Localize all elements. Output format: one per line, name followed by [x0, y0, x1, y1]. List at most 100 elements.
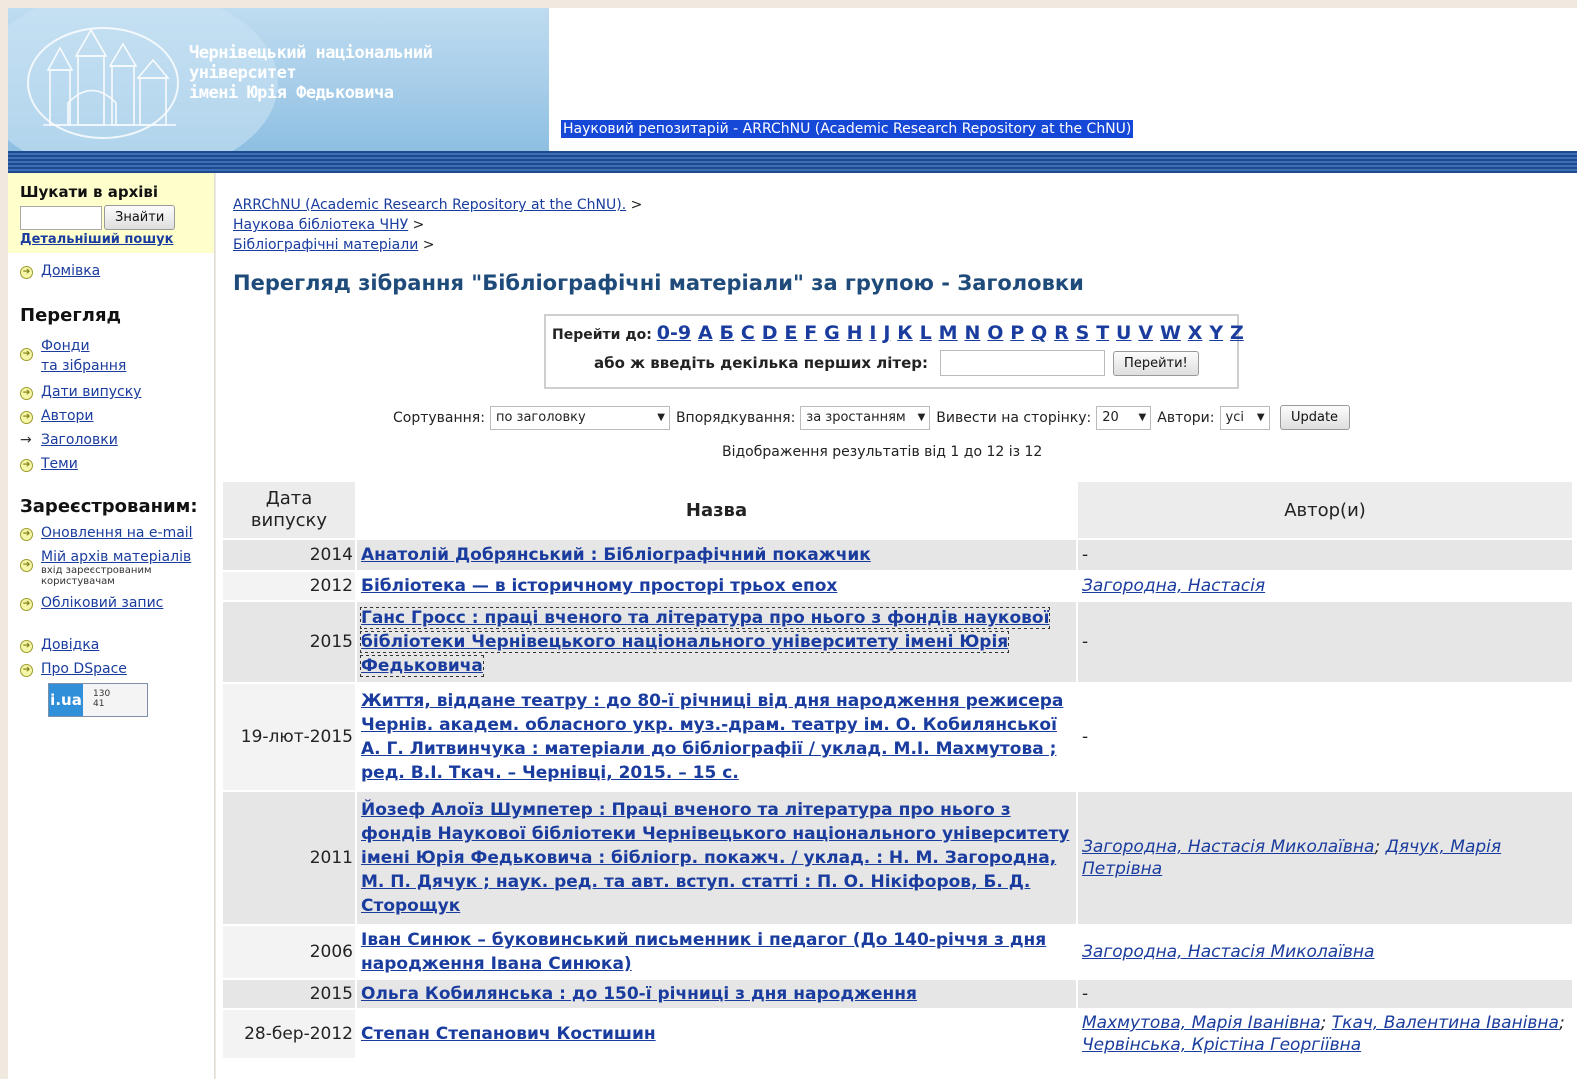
column-header-title[interactable]: Назва [355, 480, 1078, 540]
sort-by-select[interactable]: по заголовку ▼ [489, 405, 670, 430]
author-link[interactable]: Червінська, Крістіна Георгіївна [1082, 1035, 1361, 1055]
row-title-link[interactable]: Анатолій Добрянський : Бібліографічний п… [361, 545, 871, 565]
row-title-link[interactable]: Ганс Гросс : праці вченого та література… [359, 607, 1051, 677]
arrow-circle-icon: ➔ [20, 664, 33, 677]
row-title-link[interactable]: Бібліотека — в історичному просторі трьо… [361, 576, 837, 596]
table-header-row: Дата випуску Назва Автор(и) [221, 480, 1574, 540]
jump-letter-link[interactable]: М [939, 322, 958, 344]
author-link[interactable]: Загородна, Настасія Миколаївна [1082, 942, 1374, 962]
jump-letter-link[interactable]: А [698, 322, 713, 344]
help-link[interactable]: Довідка [41, 637, 99, 653]
search-input[interactable] [20, 205, 102, 230]
sidebar-item-communities[interactable]: ➔ Фонди та зібрання [20, 336, 214, 376]
jump-letter-link[interactable]: С [741, 322, 755, 344]
sidebar-item-email-updates[interactable]: ➔ Оновлення на e-mail [20, 525, 214, 541]
jump-letter-link[interactable]: J [883, 322, 890, 344]
jump-letter-link[interactable]: L [920, 322, 932, 344]
authors-link[interactable]: Автори [41, 408, 94, 424]
breadcrumb-link-repository[interactable]: ARRChNU (Academic Research Repository at… [233, 197, 626, 213]
row-title-cell: Ганс Гросс : праці вченого та література… [355, 600, 1078, 684]
author-link[interactable]: Загородна, Настасія [1082, 576, 1265, 596]
sort-by-value: по заголовку [495, 410, 586, 425]
row-authors-cell: Загородна, Настасія Миколаївна [1076, 924, 1574, 980]
jump-letter-link[interactable]: Y [1209, 322, 1223, 344]
jump-letter-link[interactable]: R [1054, 322, 1069, 344]
row-title-link[interactable]: Ольга Кобилянська : до 150-ї річниці з д… [361, 984, 917, 1004]
search-button[interactable]: Знайти [104, 205, 175, 230]
author-link[interactable]: Махмутова, Марія Іванівна [1082, 1013, 1321, 1033]
jump-letter-link[interactable]: S [1076, 322, 1090, 344]
university-logo-banner[interactable]: Чернівецький національний університет ім… [8, 8, 549, 151]
email-updates-link[interactable]: Оновлення на e-mail [41, 525, 193, 541]
site-header: Чернівецький національний університет ім… [8, 8, 1577, 151]
jump-letter-link[interactable]: Z [1230, 322, 1244, 344]
jump-letter-link[interactable]: Е [784, 322, 797, 344]
jump-letter-link[interactable]: К [897, 322, 913, 344]
table-row: 2006 Іван Синюк – буковинський письменник… [221, 924, 1574, 980]
titles-link[interactable]: Заголовки [41, 432, 118, 448]
counter-numbers: 130 41 [83, 684, 110, 716]
search-heading: Шукати в архіві [20, 183, 159, 201]
row-title-link[interactable]: Йозеф Алоїз Шумпетер : Праці вченого та … [361, 800, 1069, 916]
authors-filter-select[interactable]: усі ▼ [1219, 405, 1270, 430]
my-archive-note-line2: користувачам [41, 576, 115, 587]
sidebar-item-account[interactable]: ➔ Обліковий запис [20, 595, 214, 611]
jump-letter-link[interactable]: U [1116, 322, 1131, 344]
iua-counter-badge[interactable]: i.ua 130 41 [48, 683, 148, 717]
order-select[interactable]: за зростанням ▼ [800, 405, 931, 430]
update-button[interactable]: Update [1279, 405, 1350, 430]
my-archive-link[interactable]: Мій архів матеріалів [41, 549, 191, 565]
dates-link[interactable]: Дати випуску [41, 384, 141, 400]
browse-heading: Перегляд [20, 305, 122, 326]
sidebar-item-my-archive[interactable]: ➔ Мій архів матеріалів вхід зареєстрован… [20, 549, 214, 587]
about-dspace-link[interactable]: Про DSpace [41, 661, 127, 677]
jump-letter-link[interactable]: I [869, 322, 876, 344]
jump-letter-link[interactable]: Р [1010, 322, 1024, 344]
sidebar-item-dates[interactable]: ➔ Дати випуску [20, 384, 214, 400]
jump-letter-link[interactable]: F [804, 322, 817, 344]
chevron-down-icon: ▼ [1256, 412, 1265, 423]
row-title-cell: Йозеф Алоїз Шумпетер : Праці вченого та … [355, 790, 1078, 926]
jump-letter-link[interactable]: V [1138, 322, 1153, 344]
sidebar-item-titles[interactable]: → Заголовки [20, 432, 214, 448]
communities-link[interactable]: Фонди та зібрання [41, 336, 126, 376]
jump-letter-link[interactable]: N [964, 322, 980, 344]
date-header-line1: Дата [265, 488, 313, 509]
subjects-link[interactable]: Теми [41, 456, 78, 472]
column-header-authors[interactable]: Автор(и) [1076, 480, 1574, 540]
jump-letter-link[interactable]: X [1188, 322, 1203, 344]
jump-letter-link[interactable]: Н [847, 322, 863, 344]
sidebar-item-authors[interactable]: ➔ Автори [20, 408, 214, 424]
row-title-link[interactable]: Іван Синюк – буковинський письменник і п… [361, 930, 1046, 974]
author-link[interactable]: Загородна, Настасія Миколаївна [1082, 837, 1374, 857]
row-title-link[interactable]: Степан Степанович Костишин [361, 1024, 656, 1044]
jump-letter-link[interactable]: О [987, 322, 1003, 344]
column-header-date[interactable]: Дата випуску [221, 480, 357, 540]
starts-with-input[interactable] [940, 350, 1106, 376]
jump-go-button[interactable]: Перейти! [1113, 350, 1199, 376]
sidebar-item-home[interactable]: ➔ Домівка [20, 263, 214, 279]
per-page-select[interactable]: 20 ▼ [1096, 405, 1152, 430]
sidebar-item-subjects[interactable]: ➔ Теми [20, 456, 214, 472]
row-title-link[interactable]: Життя, віддане театру : до 80-ї річниці … [361, 691, 1063, 783]
breadcrumb-link-collection[interactable]: Бібліографічні матеріали [233, 237, 418, 253]
row-authors-cell: - [1076, 978, 1574, 1010]
jump-letter-link[interactable]: D [762, 322, 778, 344]
jump-letter-link[interactable]: W [1160, 322, 1181, 344]
jump-letter-link[interactable]: Б [720, 322, 734, 344]
row-title-cell: Степан Степанович Костишин [355, 1008, 1078, 1060]
author-link[interactable]: Ткач, Валентина Іванівна [1332, 1013, 1559, 1033]
sidebar-item-help[interactable]: ➔ Довідка [20, 637, 214, 653]
repository-header-link[interactable]: Науковий репозитарій - ARRChNU (Academic… [561, 120, 1134, 138]
jump-letter-link[interactable]: G [824, 322, 840, 344]
advanced-search-link[interactable]: Детальніший пошук [20, 232, 204, 247]
jump-letter-link[interactable]: Q [1031, 322, 1047, 344]
row-title-cell: Бібліотека — в історичному просторі трьо… [355, 570, 1078, 602]
breadcrumb-link-library[interactable]: Наукова бібліотека ЧНУ [233, 217, 408, 233]
jump-letter-link[interactable]: Т [1096, 322, 1109, 344]
sidebar-item-about[interactable]: ➔ Про DSpace [20, 661, 214, 677]
jump-letter-link[interactable]: 0-9 [657, 322, 691, 344]
row-date: 2014 [221, 538, 357, 572]
home-link[interactable]: Домівка [41, 263, 100, 279]
account-link[interactable]: Обліковий запис [41, 595, 163, 611]
